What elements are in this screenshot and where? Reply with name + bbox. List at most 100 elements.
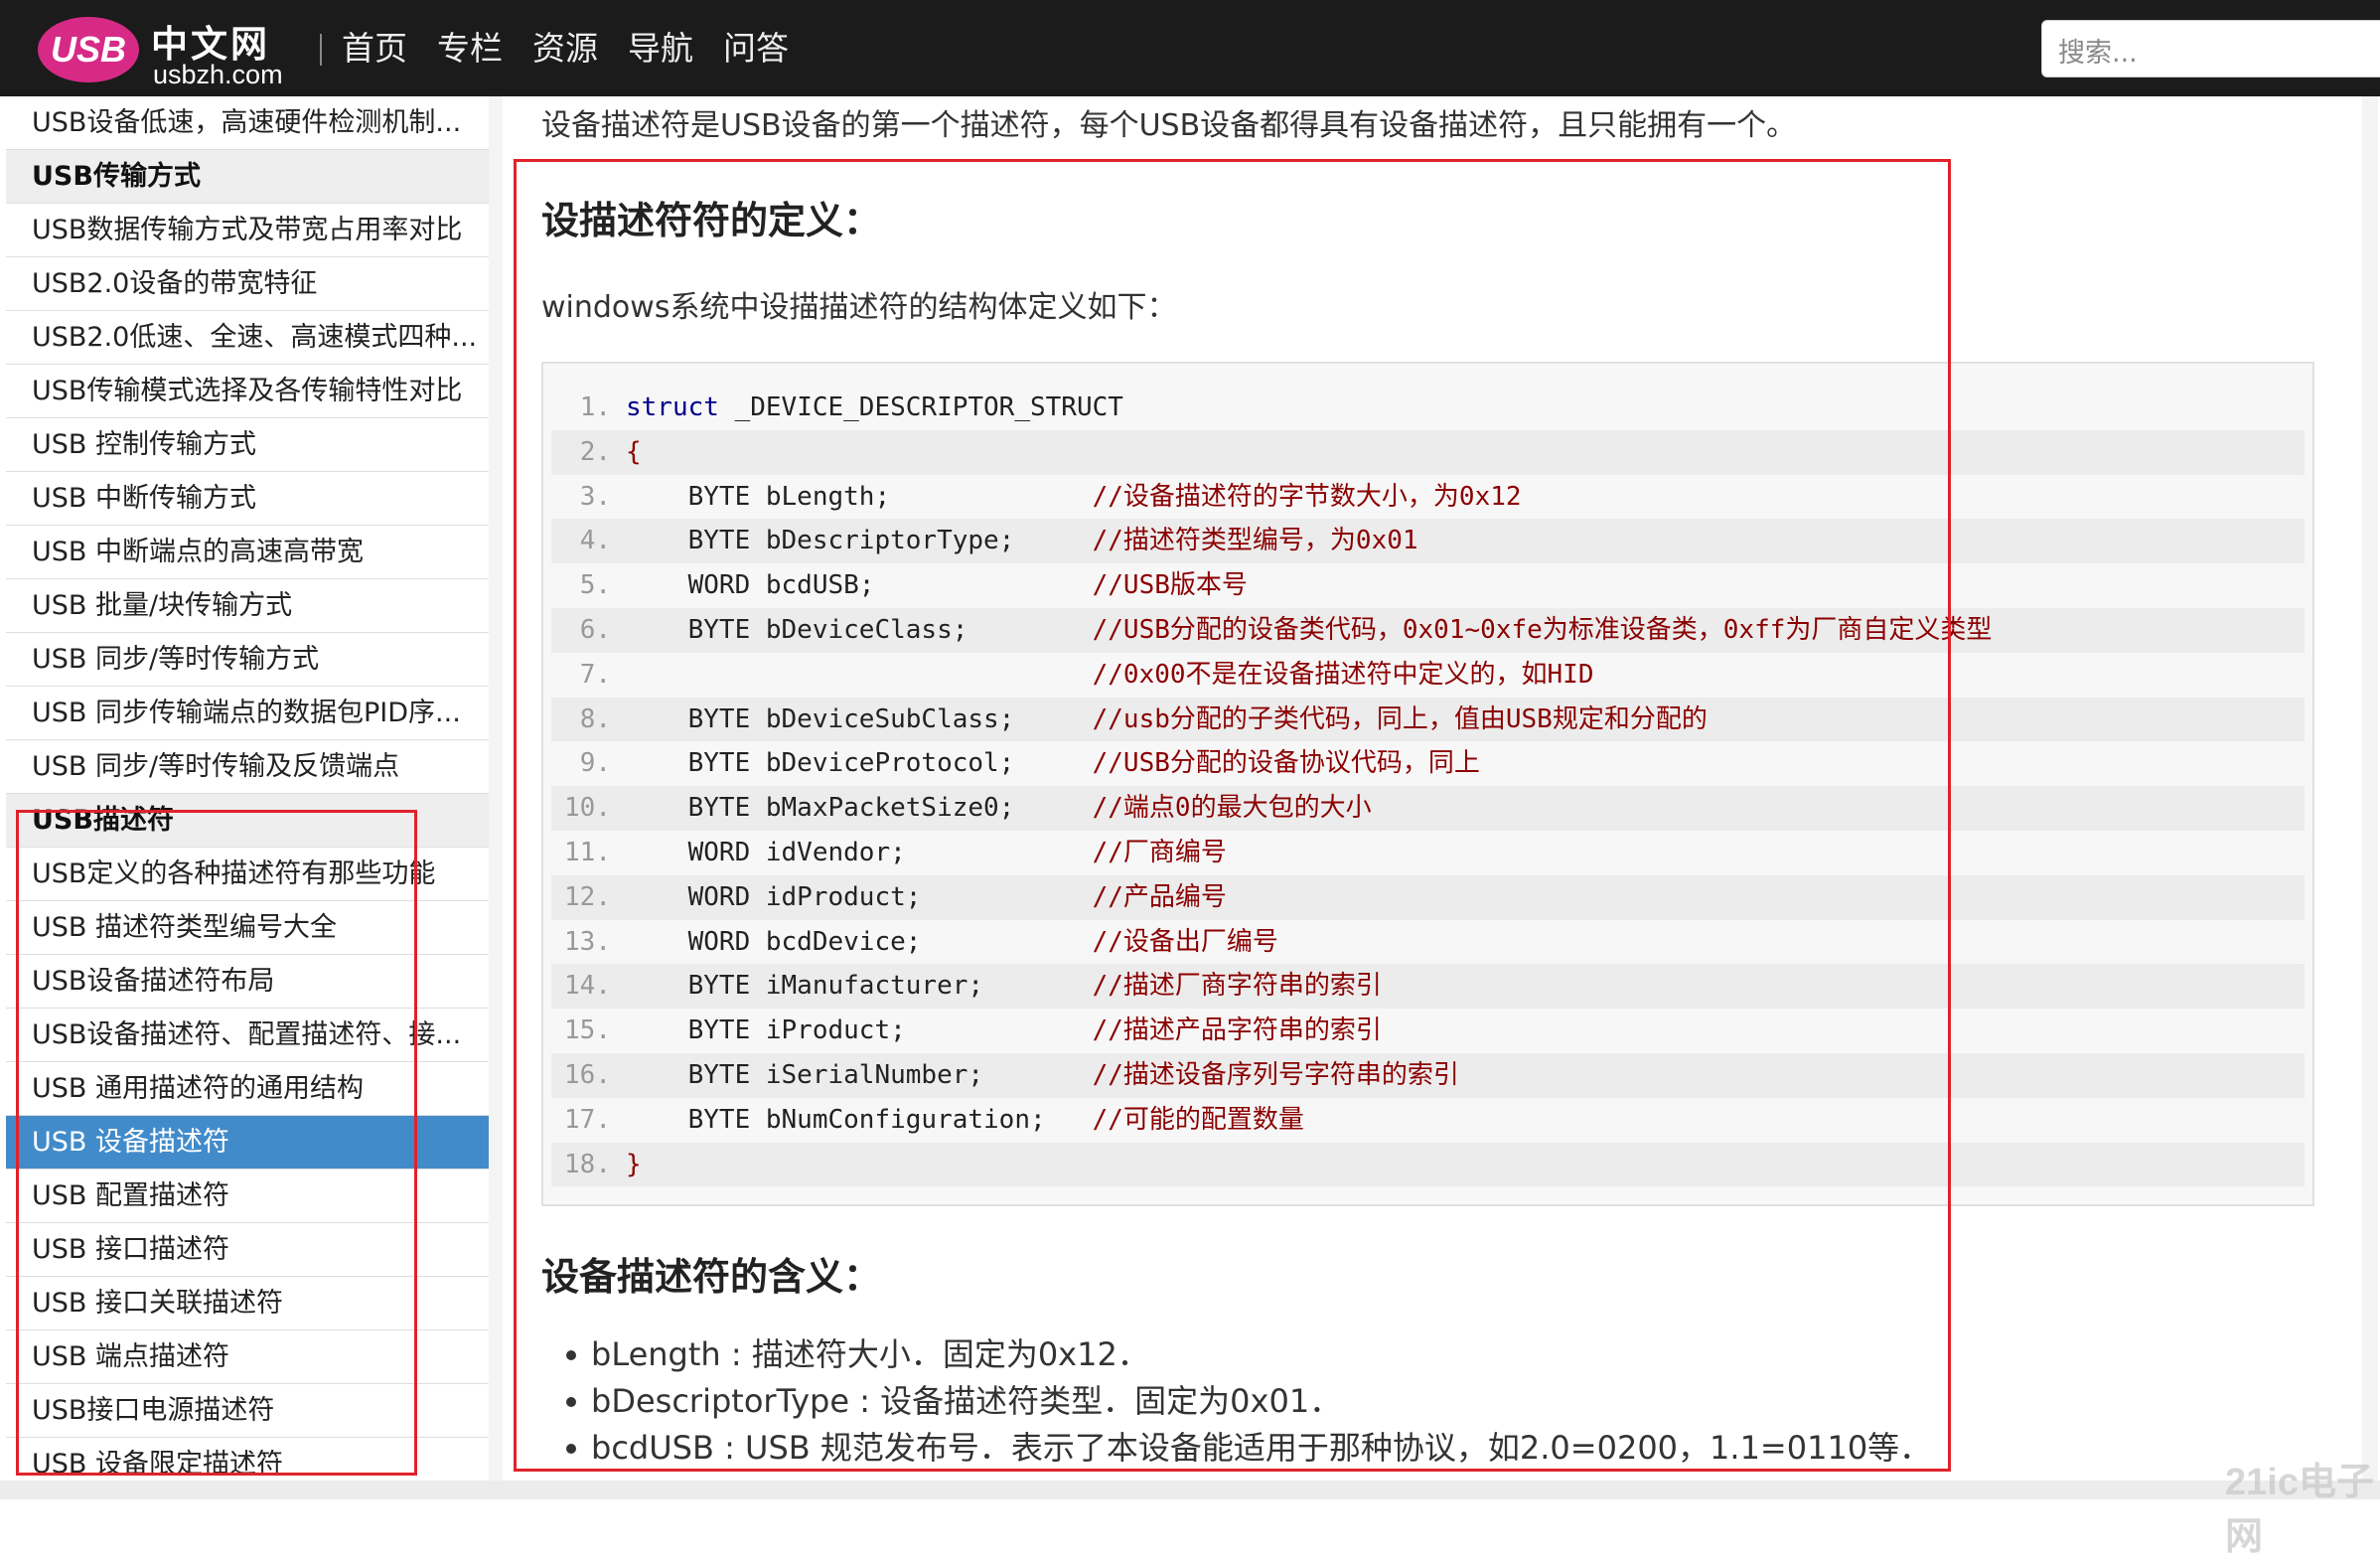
bottom-strip [0, 1481, 2380, 1499]
code-comment: //0x00不是在设备描述符中定义的，如HID [1092, 659, 1594, 690]
sidebar-item[interactable]: USB传输模式选择及各传输特性对比 [6, 365, 489, 418]
sidebar-item[interactable]: USB设备低速，高速硬件检测机制... [6, 96, 489, 150]
code-statement: WORD bcdDevice; [626, 926, 1093, 957]
sidebar-item[interactable]: USB2.0设备的带宽特征 [6, 257, 489, 311]
code-text: BYTE bDeviceSubClass; //usb分配的子类代码，同上，值由… [626, 698, 1708, 742]
line-number: 7. [579, 659, 611, 690]
code-statement: BYTE bNumConfiguration; [626, 1104, 1093, 1135]
code-statement: BYTE bLength; [626, 481, 1093, 512]
line-number: 18. [564, 1149, 611, 1179]
search-input[interactable]: 搜索... [2041, 20, 2380, 78]
code-text: BYTE bDeviceClass; //USB分配的设备类代码，0x01~0x… [626, 608, 1993, 653]
code-line: 13. WORD bcdDevice; //设备出厂编号 [551, 920, 2305, 965]
sidebar-scrollbar[interactable] [489, 96, 503, 1481]
top-navbar: USB 中文网 usbzh.com 首页 专栏 资源 导航 问答 搜索... [0, 0, 2380, 96]
sidebar-item[interactable]: USB 设备限定描述符 [6, 1438, 489, 1481]
code-text: BYTE iProduct; //描述产品字符串的索引 [626, 1009, 1382, 1053]
line-number: 10. [564, 793, 611, 824]
line-number: 15. [564, 1015, 611, 1046]
line-number: 4. [579, 526, 611, 556]
intro-text: 设备描述符是USB设备的第一个描述符，每个USB设备都得具有设备描述符，且只能拥… [541, 108, 1797, 143]
code-statement: BYTE bDeviceSubClass; [626, 703, 1093, 734]
code-line: 1. struct _DEVICE_DESCRIPTOR_STRUCT [551, 386, 2305, 430]
sidebar-item[interactable]: USB 控制传输方式 [6, 418, 489, 472]
sidebar-item[interactable]: USB2.0低速、全速、高速模式四种... [6, 311, 489, 365]
sidebar-item[interactable]: USB定义的各种描述符有那些功能 [6, 848, 489, 901]
sidebar-item[interactable]: USB 配置描述符 [6, 1170, 489, 1223]
line-number: 1. [579, 392, 611, 422]
sidebar-item[interactable]: USB 设备描述符 [6, 1116, 489, 1170]
code-line: 4. BYTE bDescriptorType; //描述符类型编号，为0x01 [551, 519, 2305, 564]
code-text: struct _DEVICE_DESCRIPTOR_STRUCT [626, 386, 1123, 430]
line-number: 12. [564, 881, 611, 912]
sidebar-item[interactable]: USB 批量/块传输方式 [6, 579, 489, 633]
field-list: bLength : 描述符大小．固定为0x12． bDescriptorType … [566, 1331, 1931, 1472]
code-text: WORD idProduct; //产品编号 [626, 875, 1227, 920]
nav-link[interactable]: 专栏 [437, 26, 503, 72]
sidebar-item[interactable]: USB数据传输方式及带宽占用率对比 [6, 204, 489, 257]
code-line: 10. BYTE bMaxPacketSize0; //端点0的最大包的大小 [551, 786, 2305, 831]
sidebar-item[interactable]: USB 同步传输端点的数据包PID序... [6, 687, 489, 740]
site-domain[interactable]: usbzh.com [153, 60, 283, 90]
code-comment: //usb分配的子类代码，同上，值由USB规定和分配的 [1092, 703, 1708, 734]
code-line: 8. BYTE bDeviceSubClass; //usb分配的子类代码，同上… [551, 697, 2305, 742]
code-keyword: struct [626, 392, 719, 422]
code-statement: _DEVICE_DESCRIPTOR_STRUCT [718, 392, 1123, 422]
sidebar-item[interactable]: USB 中断端点的高速高带宽 [6, 526, 489, 579]
line-number: 6. [579, 614, 611, 645]
sidebar-item[interactable]: USB接口电源描述符 [6, 1384, 489, 1438]
nav-link[interactable]: 资源 [532, 26, 598, 72]
code-text: WORD bcdUSB; //USB版本号 [626, 563, 1248, 608]
line-number: 3. [579, 481, 611, 512]
nav-divider [320, 34, 322, 66]
sidebar-item[interactable]: USB 描述符类型编号大全 [6, 901, 489, 955]
field-description: bDescriptorType : 设备描述符类型．固定为0x01． [566, 1378, 1931, 1425]
sidebar-item[interactable]: USB 接口描述符 [6, 1223, 489, 1277]
sidebar-menu: USB设备低速，高速硬件检测机制... USB传输方式 USB数据传输方式及带宽占用… [6, 96, 490, 1481]
nav-link[interactable]: 导航 [628, 26, 693, 72]
code-line: 7. //0x00不是在设备描述符中定义的，如HID [551, 653, 2305, 698]
code-text: BYTE bNumConfiguration; //可能的配置数量 [626, 1098, 1304, 1143]
code-comment: //描述符类型编号，为0x01 [1092, 526, 1418, 556]
page-scrollbar[interactable] [2362, 96, 2378, 1481]
site-logo[interactable]: USB [38, 17, 139, 82]
sidebar-item[interactable]: USB 通用描述符的通用结构 [6, 1062, 489, 1116]
code-text: BYTE bDeviceProtocol; //USB分配的设备协议代码，同上 [626, 741, 1480, 786]
line-number: 17. [564, 1104, 611, 1135]
code-text: WORD bcdDevice; //设备出厂编号 [626, 920, 1278, 965]
sidebar-item[interactable]: USB设备描述符、配置描述符、接... [6, 1009, 489, 1062]
code-statement: BYTE bDescriptorType; [626, 526, 1093, 556]
code-line: 5. WORD bcdUSB; //USB版本号 [551, 563, 2305, 608]
code-comment: //厂商编号 [1092, 837, 1227, 867]
code-line: 17. BYTE bNumConfiguration; //可能的配置数量 [551, 1098, 2305, 1143]
line-number: 8. [579, 703, 611, 734]
code-statement: BYTE bDeviceClass; [626, 614, 1093, 645]
code-comment: //设备出厂编号 [1092, 926, 1278, 957]
code-text: BYTE iManufacturer; //描述厂商字符串的索引 [626, 964, 1382, 1009]
sidebar-item[interactable]: USB 端点描述符 [6, 1330, 489, 1384]
line-number: 2. [579, 436, 611, 467]
code-text: BYTE bLength; //设备描述符的字节数大小，为0x12 [626, 475, 1522, 520]
code-text: WORD idVendor; //厂商编号 [626, 831, 1227, 875]
main-nav: 首页 专栏 资源 导航 问答 [342, 26, 789, 72]
code-comment: //USB版本号 [1092, 570, 1248, 601]
code-comment: //描述产品字符串的索引 [1092, 1015, 1382, 1046]
nav-link[interactable]: 首页 [342, 26, 407, 72]
sidebar-item[interactable]: USB设备描述符布局 [6, 955, 489, 1009]
code-line: 18.} [551, 1142, 2305, 1187]
code-comment: //可能的配置数量 [1092, 1104, 1304, 1135]
sidebar-item[interactable]: USB 中断传输方式 [6, 472, 489, 526]
code-statement [626, 660, 1093, 690]
watermark-logo: 21ic电子网 [2225, 1462, 2374, 1558]
nav-link[interactable]: 问答 [723, 26, 789, 72]
line-number: 5. [579, 570, 611, 601]
code-comment: //USB分配的设备类代码，0x01~0xfe为标准设备类，0xff为厂商自定义… [1092, 614, 1993, 645]
code-line: 15. BYTE iProduct; //描述产品字符串的索引 [551, 1009, 2305, 1053]
code-line: 14. BYTE iManufacturer; //描述厂商字符串的索引 [551, 964, 2305, 1010]
line-number: 9. [579, 748, 611, 779]
field-description: bLength : 描述符大小．固定为0x12． [566, 1331, 1931, 1378]
sidebar-item[interactable]: USB 同步/等时传输方式 [6, 633, 489, 687]
code-text: //0x00不是在设备描述符中定义的，如HID [626, 653, 1594, 698]
sidebar-item[interactable]: USB 同步/等时传输及反馈端点 [6, 740, 489, 794]
sidebar-item[interactable]: USB 接口关联描述符 [6, 1277, 489, 1330]
